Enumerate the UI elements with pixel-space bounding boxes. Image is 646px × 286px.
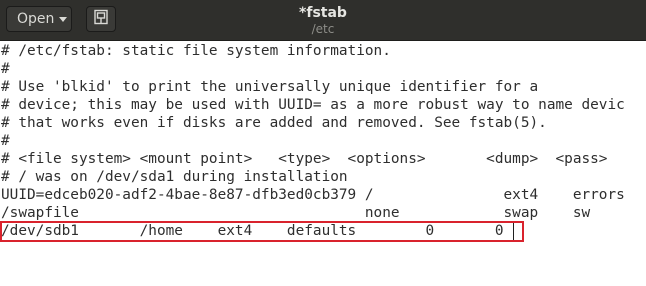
editor-line[interactable]: /swapfile none swap sw	[1, 204, 590, 222]
editor-line[interactable]: #	[1, 60, 10, 78]
editor-line[interactable]: # Use 'blkid' to print the universally u…	[1, 78, 538, 96]
editor-line[interactable]: #	[1, 132, 10, 150]
highlight-annotation-box	[0, 221, 524, 242]
text-cursor	[513, 223, 514, 240]
editor-line[interactable]: # that works even if disks are added and…	[1, 114, 547, 132]
editor-line[interactable]: # <file system> <mount point> <type> <op…	[1, 150, 607, 168]
gedit-window: Open *fstab /etc # /etc/fstab: static fi…	[0, 0, 646, 286]
text-editor-area[interactable]: # /etc/fstab: static file system informa…	[0, 41, 646, 286]
editor-line[interactable]: # / was on /dev/sda1 during installation	[1, 168, 348, 186]
window-title: *fstab	[299, 5, 347, 21]
window-subtitle: /etc	[311, 22, 335, 36]
editor-line[interactable]: UUID=edceb020-adf2-4bae-8e87-dfb3ed0cb37…	[1, 186, 625, 204]
editor-line[interactable]: # /etc/fstab: static file system informa…	[1, 42, 391, 60]
header-bar: Open *fstab /etc	[0, 0, 646, 41]
editor-line[interactable]: # device; this may be used with UUID= as…	[1, 96, 625, 114]
title-area: *fstab /etc	[0, 0, 646, 37]
